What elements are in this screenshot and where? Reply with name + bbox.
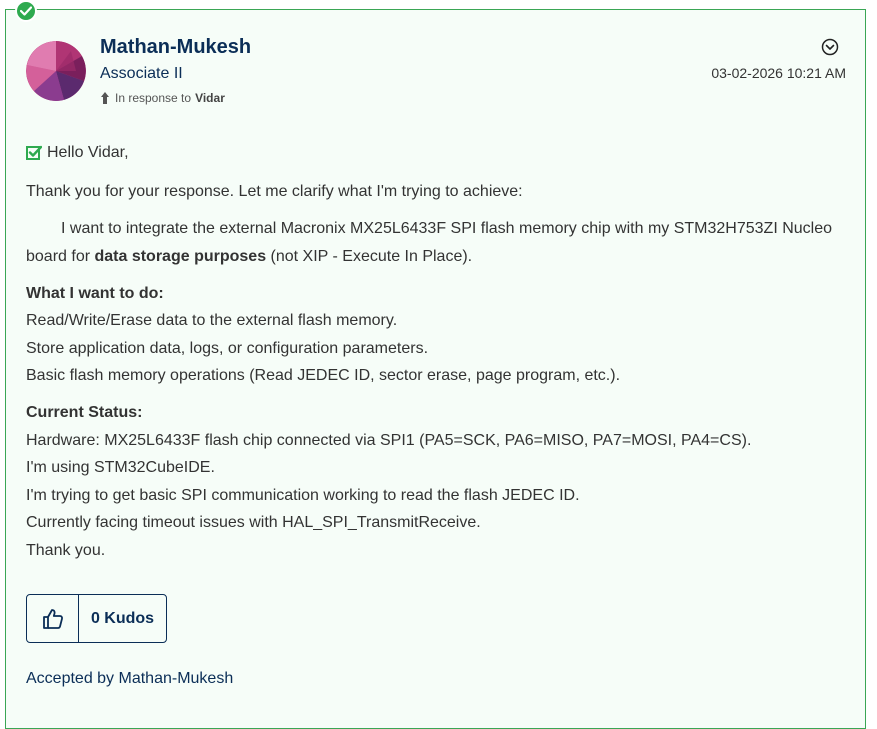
intro-text: Thank you for your response. Let me clar…	[26, 183, 523, 200]
post-timestamp: 03-02-2026 10:21 AM	[711, 65, 846, 81]
goal-line-2-bold: data storage purposes	[94, 248, 267, 265]
goal-line-2-post: (not XIP - Execute In Place).	[266, 248, 473, 265]
kudos-count[interactable]: 0 Kudos	[79, 595, 166, 642]
in-response-user-link[interactable]: Vidar	[195, 91, 225, 105]
status-item: Hardware: MX25L6433F flash chip connecte…	[26, 432, 752, 449]
want-item: Store application data, logs, or configu…	[26, 340, 429, 357]
want-heading: What I want to do:	[26, 285, 164, 302]
accepted-check-icon	[26, 145, 42, 161]
accepted-by-text: Accepted by Mathan-Mukesh	[26, 670, 234, 687]
kudos-widget: 0 Kudos	[26, 594, 167, 643]
author-name-link[interactable]: Mathan-Mukesh	[100, 36, 251, 59]
want-item: Basic flash memory operations (Read JEDE…	[26, 367, 621, 384]
goal-line-1: I want to integrate the external Macroni…	[61, 220, 833, 237]
in-response-prefix: In response to	[115, 91, 192, 105]
in-response-to: In response to Vidar	[101, 91, 225, 105]
avatar[interactable]	[26, 41, 86, 101]
options-chevron-icon[interactable]	[821, 38, 839, 56]
status-item: I'm trying to get basic SPI communicatio…	[26, 487, 580, 504]
status-item: Thank you.	[26, 542, 106, 559]
status-item: I'm using STM32CubeIDE.	[26, 459, 215, 476]
author-rank: Associate II	[100, 65, 183, 82]
thumbs-up-icon[interactable]	[27, 595, 79, 642]
greeting-text: Hello Vidar,	[47, 144, 129, 161]
status-heading: Current Status:	[26, 404, 143, 421]
accepted-solution-badge-icon	[15, 0, 37, 22]
want-item: Read/Write/Erase data to the external fl…	[26, 312, 398, 329]
reply-arrow-icon	[101, 92, 111, 104]
goal-line-2-pre: board for	[26, 248, 95, 265]
status-item: Currently facing timeout issues with HAL…	[26, 514, 481, 531]
goal-line-2: board for data storage purposes (not XIP…	[26, 248, 472, 266]
greeting-line: Hello Vidar,	[26, 144, 129, 162]
